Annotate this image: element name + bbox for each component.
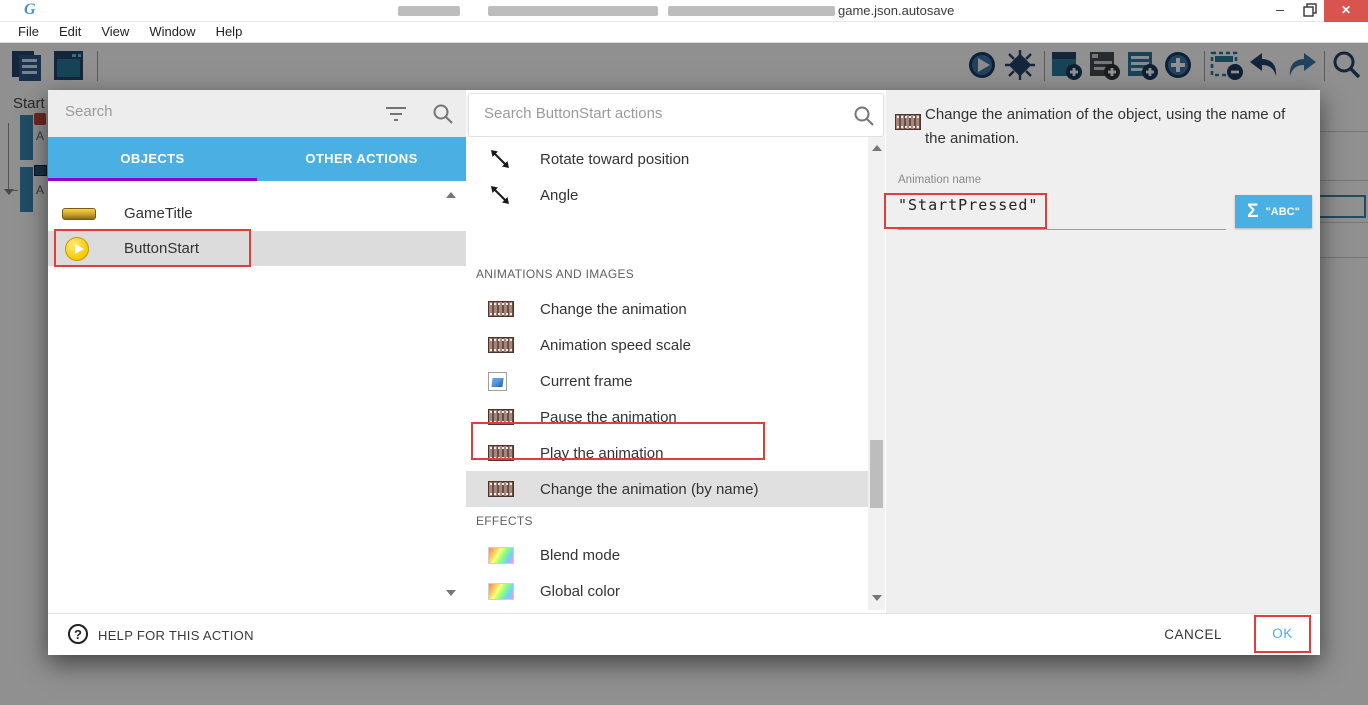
action-row[interactable]: Change the animation [466, 291, 868, 327]
action-label: Angle [540, 187, 578, 204]
search-icon[interactable] [432, 103, 454, 125]
rainbow-color-icon [488, 583, 514, 600]
tab-other-actions[interactable]: OTHER ACTIONS [257, 137, 466, 181]
help-icon[interactable]: ? [68, 624, 88, 644]
film-strip-icon [488, 445, 514, 461]
action-label: Rotate toward position [540, 151, 689, 168]
object-search-field[interactable]: Search [48, 90, 466, 137]
animation-name-input[interactable]: "StartPressed" [898, 196, 1038, 214]
action-row[interactable]: Pause the animation [466, 399, 868, 435]
restore-icon [1296, 0, 1324, 22]
middle-scroll-up-arrow[interactable] [872, 145, 882, 151]
gdevelop-window: G game.json.autosave – ✕ File Edit View … [0, 0, 1368, 705]
film-strip-icon [895, 114, 921, 130]
action-label: Play the animation [540, 445, 663, 462]
redacted-title-block [398, 6, 460, 16]
dialog-footer: ? HELP FOR THIS ACTION CANCEL OK [48, 613, 1320, 655]
action-label: Blend mode [540, 547, 620, 564]
minimize-button[interactable]: – [1266, 0, 1294, 22]
film-strip-icon [488, 481, 514, 497]
object-label: GameTitle [124, 205, 193, 222]
rotate-arrow-icon [488, 147, 512, 171]
sigma-icon: Σ [1247, 201, 1258, 223]
buttonstart-thumbnail-icon [65, 237, 89, 261]
object-row-gametitle[interactable]: GameTitle [48, 196, 466, 231]
search-icon [853, 105, 875, 127]
left-tab-bar: OBJECTS OTHER ACTIONS [48, 137, 466, 181]
action-row[interactable]: Angle [466, 177, 868, 213]
action-list-scrollbar[interactable] [868, 137, 885, 610]
action-list: Rotate toward position Angle ANIMATIONS … [466, 137, 868, 610]
menu-bar: File Edit View Window Help [0, 22, 1368, 43]
action-row[interactable]: Rotate toward position [466, 141, 868, 177]
action-parameters-panel: Change the animation of the object, usin… [886, 90, 1320, 613]
rainbow-color-icon [488, 547, 514, 564]
gametitle-thumbnail-icon [62, 208, 96, 220]
action-label: Change the animation [540, 301, 687, 318]
section-header-animations: ANIMATIONS AND IMAGES [476, 267, 866, 281]
action-row[interactable]: Current frame [466, 363, 868, 399]
help-for-this-action-link[interactable]: HELP FOR THIS ACTION [98, 628, 254, 643]
window-title: game.json.autosave [838, 3, 954, 18]
expression-button-label: "ABC" [1266, 206, 1300, 218]
action-row[interactable]: Blend mode [466, 537, 868, 573]
ok-button[interactable]: OK [1256, 617, 1309, 651]
action-description: Change the animation of the object, usin… [925, 103, 1307, 151]
menu-help[interactable]: Help [206, 22, 253, 42]
action-row[interactable]: Global color [466, 573, 868, 609]
title-bar: G game.json.autosave – ✕ [0, 0, 1368, 22]
action-editor-dialog: Search OBJECTS OTHER ACTIONS GameTitle B… [48, 90, 1320, 655]
action-label: Animation speed scale [540, 337, 691, 354]
animation-name-label: Animation name [898, 174, 981, 186]
object-row-buttonstart[interactable]: ButtonStart [48, 231, 466, 266]
action-row-selected[interactable]: Change the animation (by name) [466, 471, 868, 507]
action-label: Global color [540, 583, 620, 600]
action-label: Current frame [540, 373, 633, 390]
film-strip-icon [488, 301, 514, 317]
action-row[interactable]: Flip the object horizontally [466, 609, 868, 610]
filter-icon[interactable] [384, 105, 408, 123]
expression-editor-button[interactable]: Σ "ABC" [1235, 195, 1312, 228]
input-underline [898, 229, 1226, 230]
object-search-placeholder: Search [65, 103, 113, 120]
action-search-placeholder: Search ButtonStart actions [484, 105, 662, 122]
current-frame-icon [488, 372, 507, 391]
menu-window[interactable]: Window [139, 22, 205, 42]
film-strip-icon [488, 337, 514, 353]
action-label: Change the animation (by name) [540, 481, 758, 498]
middle-scroll-down-arrow[interactable] [872, 595, 882, 601]
scrollbar-thumb[interactable] [870, 440, 883, 508]
menu-view[interactable]: View [91, 22, 139, 42]
active-tab-underline [48, 178, 257, 181]
action-row[interactable]: Animation speed scale [466, 327, 868, 363]
left-scroll-down-arrow[interactable] [446, 590, 456, 596]
left-scroll-up-arrow[interactable] [446, 192, 456, 198]
menu-file[interactable]: File [8, 22, 49, 42]
section-header-effects: EFFECTS [476, 514, 866, 528]
gdevelop-logo-icon: G [24, 1, 42, 19]
action-search-field[interactable]: Search ButtonStart actions [468, 93, 884, 137]
action-label: Pause the animation [540, 409, 677, 426]
redacted-title-block [668, 6, 835, 16]
tab-objects[interactable]: OBJECTS [48, 137, 257, 181]
cancel-button[interactable]: CANCEL [1164, 627, 1222, 642]
redacted-title-block [488, 6, 658, 16]
action-row[interactable]: Play the animation [466, 435, 868, 471]
film-strip-icon [488, 409, 514, 425]
object-label: ButtonStart [124, 240, 199, 257]
restore-button[interactable] [1296, 0, 1324, 22]
menu-edit[interactable]: Edit [49, 22, 91, 42]
close-button[interactable]: ✕ [1324, 0, 1368, 22]
rotate-arrow-icon [488, 183, 512, 207]
